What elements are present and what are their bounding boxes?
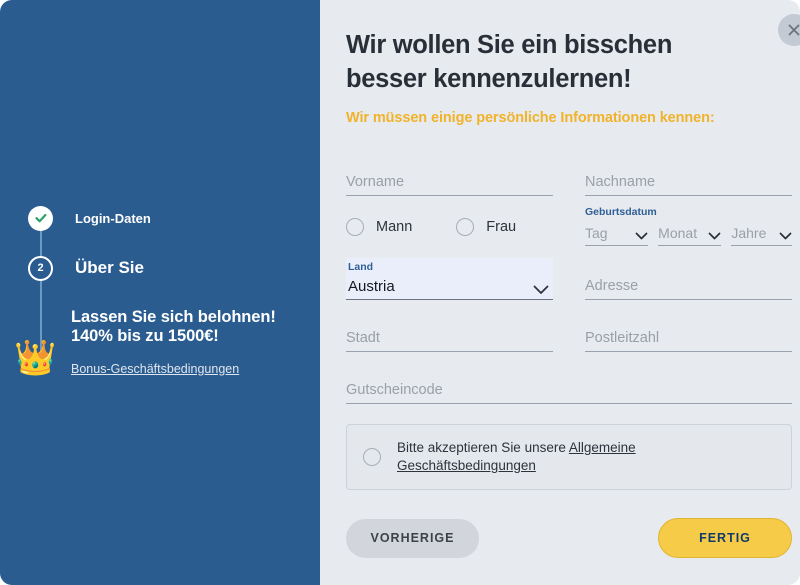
city-col: Stadt xyxy=(346,310,553,352)
address-field[interactable]: Adresse xyxy=(585,258,792,300)
birthdate-col: Geburtsdatum Tag Monat Jahre xyxy=(585,206,792,248)
postcode-placeholder: Postleitzahl xyxy=(585,330,660,346)
last-name-placeholder: Nachname xyxy=(585,174,656,190)
first-name-field[interactable]: Vorname xyxy=(346,154,553,196)
country-select[interactable]: Land Austria xyxy=(346,258,553,300)
chevron-down-icon xyxy=(635,232,648,240)
bonus-terms-link[interactable]: Bonus-Geschäftsbedingungen xyxy=(71,362,239,376)
bonus-promo-block: Lassen Sie sich belohnen! 140% bis zu 15… xyxy=(71,308,301,378)
birthdate-day-value: Tag xyxy=(585,225,608,241)
sidebar-step-uber-sie[interactable]: 2 Über Sie xyxy=(28,255,288,281)
step-1-marker-completed xyxy=(28,205,53,231)
step-2-marker-active: 2 xyxy=(28,255,53,281)
city-field[interactable]: Stadt xyxy=(346,310,553,352)
chevron-down-icon xyxy=(779,232,792,240)
gender-radio-group: Mann Frau xyxy=(346,206,553,248)
chevron-down-icon xyxy=(533,285,549,294)
previous-button[interactable]: VORHERIGE xyxy=(346,518,479,558)
form-row-names: Vorname Nachname xyxy=(346,154,792,196)
postcode-col: Postleitzahl xyxy=(585,310,792,352)
voucher-col: Gutscheincode xyxy=(346,362,792,404)
close-icon xyxy=(788,24,800,36)
bonus-headline-line-2: 140% bis zu 1500€! xyxy=(71,327,219,345)
city-placeholder: Stadt xyxy=(346,330,380,346)
terms-acceptance-box[interactable]: Bitte akzeptieren Sie unsere Allgemeine … xyxy=(346,424,792,490)
registration-form: Vorname Nachname Mann Frau Geburtsdatum … xyxy=(346,154,792,558)
voucher-field[interactable]: Gutscheincode xyxy=(346,362,792,404)
form-row-gender-birthdate: Mann Frau Geburtsdatum Tag Monat Jahre xyxy=(346,206,792,248)
address-col: Adresse xyxy=(585,258,792,300)
first-name-col: Vorname xyxy=(346,154,553,196)
terms-text: Bitte akzeptieren Sie unsere Allgemeine … xyxy=(397,439,775,475)
first-name-placeholder: Vorname xyxy=(346,174,405,190)
chevron-down-icon xyxy=(708,232,721,240)
last-name-field[interactable]: Nachname xyxy=(585,154,792,196)
done-button[interactable]: FERTIG xyxy=(658,518,792,558)
voucher-placeholder: Gutscheincode xyxy=(346,382,443,398)
radio-circle-icon xyxy=(346,218,364,236)
gender-option-mann-label: Mann xyxy=(376,219,413,235)
birthdate-day-select[interactable]: Tag xyxy=(585,222,649,246)
stepper: Login-Daten 2 Über Sie xyxy=(28,205,288,373)
gender-option-frau[interactable]: Frau xyxy=(456,218,516,236)
sidebar: Login-Daten 2 Über Sie 👑 Lassen Sie sich… xyxy=(0,0,320,585)
main-panel: Wir wollen Sie ein bisschen besser kenne… xyxy=(320,0,800,585)
last-name-col: Nachname xyxy=(585,154,792,196)
terms-checkbox[interactable] xyxy=(363,448,381,466)
form-row-country-address: Land Austria Adresse xyxy=(346,258,792,300)
country-value: Austria xyxy=(348,278,395,295)
page-subtitle: Wir müssen einige persönliche Informatio… xyxy=(346,110,715,126)
check-icon xyxy=(34,213,46,223)
form-row-city-postcode: Stadt Postleitzahl xyxy=(346,310,792,352)
gender-option-mann[interactable]: Mann xyxy=(346,218,412,236)
gender-option-frau-label: Frau xyxy=(486,219,517,235)
birthdate-year-select[interactable]: Jahre xyxy=(731,222,792,246)
form-actions: VORHERIGE FERTIG xyxy=(346,518,792,558)
sidebar-step-2-label: Über Sie xyxy=(75,258,144,277)
birthdate-month-select[interactable]: Monat xyxy=(658,222,722,246)
radio-circle-icon xyxy=(456,218,475,236)
sidebar-step-login-daten[interactable]: Login-Daten xyxy=(28,205,288,231)
country-label: Land xyxy=(348,261,374,273)
page-title: Wir wollen Sie ein bisschen besser kenne… xyxy=(346,28,726,96)
gender-col: Mann Frau xyxy=(346,206,553,248)
birthdate-month-value: Monat xyxy=(658,225,698,241)
registration-dialog: Login-Daten 2 Über Sie 👑 Lassen Sie sich… xyxy=(0,0,800,585)
postcode-field[interactable]: Postleitzahl xyxy=(585,310,792,352)
country-col: Land Austria xyxy=(346,258,553,300)
terms-text-prefix: Bitte akzeptieren Sie unsere xyxy=(397,440,569,455)
sidebar-step-1-label: Login-Daten xyxy=(75,210,151,226)
step-2-number: 2 xyxy=(37,261,44,274)
bonus-headline-line-1: Lassen Sie sich belohnen! xyxy=(71,308,276,326)
close-button[interactable] xyxy=(778,14,800,46)
page-title-line-2: besser kennenzulernen! xyxy=(346,65,632,93)
address-placeholder: Adresse xyxy=(585,278,639,294)
page-title-line-1: Wir wollen Sie ein bisschen xyxy=(346,31,673,59)
form-row-voucher: Gutscheincode xyxy=(346,362,792,404)
birthdate-label: Geburtsdatum xyxy=(585,206,657,218)
birthdate-year-value: Jahre xyxy=(731,225,767,241)
crown-icon: 👑 xyxy=(14,339,57,377)
